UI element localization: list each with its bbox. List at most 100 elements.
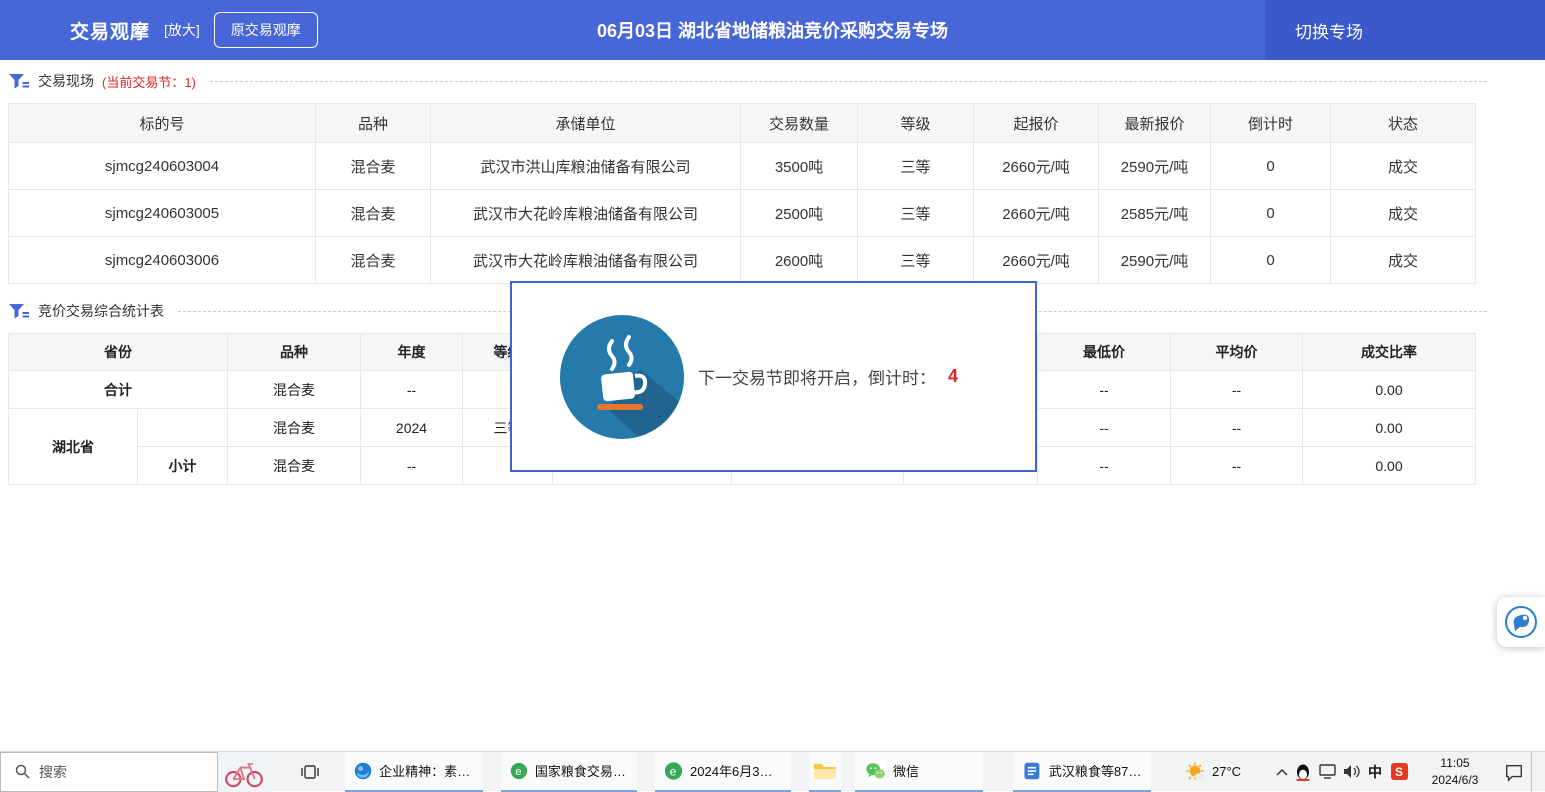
cell-variety: 混合麦	[316, 190, 431, 237]
qq-tray-icon[interactable]	[1291, 752, 1315, 792]
sogou-tray-icon[interactable]: S	[1387, 752, 1411, 792]
taskbar-app-wechat[interactable]: 微信	[855, 752, 983, 792]
col-status: 状态	[1331, 104, 1476, 143]
svg-text:e: e	[670, 764, 677, 778]
cell-ratio: 0.00	[1303, 447, 1476, 485]
display-tray-icon[interactable]	[1315, 752, 1339, 792]
cell-start-price: 2660元/吨	[974, 143, 1099, 190]
cell-province: 合计	[9, 371, 228, 409]
cell-year: 2024	[361, 409, 463, 447]
col-variety: 品种	[228, 334, 361, 371]
svg-text:e: e	[515, 766, 521, 778]
taskbar-search[interactable]	[0, 752, 218, 792]
cell-year: --	[361, 371, 463, 409]
task-view-button[interactable]	[295, 752, 325, 792]
cell-quantity: 2600吨	[741, 237, 858, 284]
table-header-row: 标的号 品种 承储单位 交易数量 等级 起报价 最新报价 倒计时 状态	[9, 104, 1476, 143]
original-observe-button[interactable]: 原交易观摩	[214, 12, 318, 48]
cell-lowest: --	[1038, 371, 1171, 409]
zoom-link[interactable]: [放大]	[164, 20, 200, 40]
news-interest-widget[interactable]	[218, 752, 270, 792]
cell-ratio: 0.00	[1303, 409, 1476, 447]
input-method-indicator[interactable]: 中	[1363, 752, 1387, 792]
cell-countdown: 0	[1211, 190, 1331, 237]
ime-label: 中	[1368, 762, 1382, 782]
countdown-value: 4	[948, 366, 958, 387]
clock[interactable]: 11:05 2024/6/3	[1419, 755, 1491, 787]
taskbar-app-browser-2[interactable]: e 国家粮食交易平台...	[501, 752, 637, 792]
cell-start-price: 2660元/吨	[974, 190, 1099, 237]
cell-storage-unit: 武汉市洪山库粮油储备有限公司	[431, 143, 741, 190]
table-row: sjmcg240603006 混合麦 武汉市大花岭库粮油储备有限公司 2600吨…	[9, 237, 1476, 284]
cell-latest-price: 2585元/吨	[1099, 190, 1211, 237]
status-badge: 成交	[1331, 190, 1476, 237]
system-tray: 中 S	[1273, 752, 1411, 792]
penguin-icon	[1295, 763, 1311, 781]
task-view-icon	[300, 762, 320, 782]
chevron-up-icon	[1276, 768, 1288, 776]
cell-variety: 混合麦	[316, 143, 431, 190]
header-left: 交易观摩 [放大] 原交易观摩	[70, 0, 318, 60]
col-year: 年度	[361, 334, 463, 371]
col-storage-unit: 承储单位	[431, 104, 741, 143]
section-title: 交易现场	[38, 71, 94, 91]
app-label: 微信	[893, 761, 919, 780]
countdown-dialog: 下一交易节即将开启，倒计时： 4	[510, 281, 1037, 472]
cell-average: --	[1171, 447, 1303, 485]
trading-table: 标的号 品种 承储单位 交易数量 等级 起报价 最新报价 倒计时 状态 sjmc…	[8, 103, 1476, 284]
wechat-icon	[864, 760, 886, 782]
cell-start-price: 2660元/吨	[974, 237, 1099, 284]
blue-globe-icon	[354, 760, 372, 782]
col-variety: 品种	[316, 104, 431, 143]
show-desktop-strip[interactable]	[1531, 752, 1537, 792]
cell-ratio: 0.00	[1303, 371, 1476, 409]
app-label: 企业精神：素尚执...	[379, 761, 474, 780]
col-province: 省份	[9, 334, 228, 371]
col-countdown: 倒计时	[1211, 104, 1331, 143]
cell-variety: 混合麦	[228, 371, 361, 409]
taskbar-app-file-explorer[interactable]	[809, 752, 841, 792]
taskbar-app-browser-1[interactable]: 企业精神：素尚执...	[345, 752, 483, 792]
cell-quantity: 3500吨	[741, 143, 858, 190]
cell-target-no: sjmcg240603006	[9, 237, 316, 284]
tray-expand-chevron[interactable]	[1273, 752, 1291, 792]
search-icon	[15, 764, 30, 779]
volume-tray-icon[interactable]	[1339, 752, 1363, 792]
app-label: 2024年6月3日地...	[690, 761, 782, 780]
cell-lowest: --	[1038, 447, 1171, 485]
countdown-message: 下一交易节即将开启，倒计时：	[698, 364, 936, 389]
switch-session-button[interactable]: 切换专场	[1265, 0, 1545, 60]
clock-date: 2024/6/3	[1419, 772, 1491, 788]
clock-time: 11:05	[1419, 755, 1491, 771]
cell-lowest: --	[1038, 409, 1171, 447]
trading-floor-section-head: 交易现场 (当前交易节：1)	[8, 71, 1487, 91]
cell-target-no: sjmcg240603004	[9, 143, 316, 190]
table-row: sjmcg240603004 混合麦 武汉市洪山库粮油储备有限公司 3500吨 …	[9, 143, 1476, 190]
sun-icon	[1185, 761, 1207, 783]
funnel-icon	[8, 303, 30, 319]
col-grade: 等级	[858, 104, 974, 143]
cell-sub: 小计	[138, 447, 228, 485]
blue-doc-icon	[1022, 760, 1042, 782]
cell-average: --	[1171, 371, 1303, 409]
green-browser-icon: e	[510, 760, 528, 782]
monitor-icon	[1319, 764, 1336, 779]
cell-storage-unit: 武汉市大花岭库粮油储备有限公司	[431, 237, 741, 284]
cell-quantity: 2500吨	[741, 190, 858, 237]
status-badge: 成交	[1331, 237, 1476, 284]
cell-countdown: 0	[1211, 237, 1331, 284]
cell-variety: 混合麦	[228, 409, 361, 447]
action-center-button[interactable]	[1497, 752, 1531, 792]
floating-service-button[interactable]	[1497, 597, 1545, 647]
taskbar-app-browser-3[interactable]: e 2024年6月3日地...	[655, 752, 791, 792]
taskbar: 企业精神：素尚执... e 国家粮食交易平台... e 2024年6月3日地..…	[0, 751, 1545, 791]
cell-variety: 混合麦	[316, 237, 431, 284]
section-title: 竞价交易综合统计表	[38, 301, 164, 321]
green-browser-icon: e	[664, 760, 683, 782]
search-input[interactable]	[39, 764, 199, 780]
notification-bubble-icon	[1504, 762, 1524, 782]
service-bubble-icon	[1504, 605, 1538, 639]
weather-widget[interactable]: 27°C	[1185, 752, 1255, 792]
taskbar-app-documents[interactable]: 武汉粮食等87个...	[1013, 752, 1151, 792]
col-quantity: 交易数量	[741, 104, 858, 143]
